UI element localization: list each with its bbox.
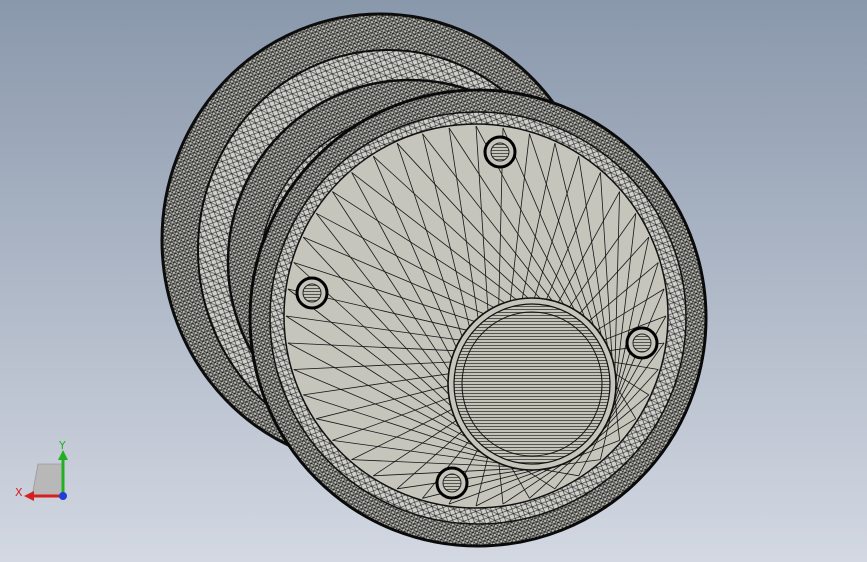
x-axis-label: X: [15, 486, 23, 499]
wheel-face: [283, 123, 669, 509]
hub: [447, 297, 617, 471]
bolt-hole-bottom: [435, 466, 469, 500]
model-canvas[interactable]: [0, 0, 867, 562]
graphics-viewport[interactable]: Y X: [0, 0, 867, 562]
bolt-hole-left: [295, 276, 329, 310]
orientation-triad[interactable]: Y X: [12, 438, 82, 508]
y-axis-label: Y: [58, 439, 66, 452]
z-axis-icon: [59, 492, 67, 500]
bolt-hole-top: [483, 135, 517, 169]
triad-plane-icon: [31, 463, 65, 497]
bolt-hole-right: [625, 326, 659, 360]
